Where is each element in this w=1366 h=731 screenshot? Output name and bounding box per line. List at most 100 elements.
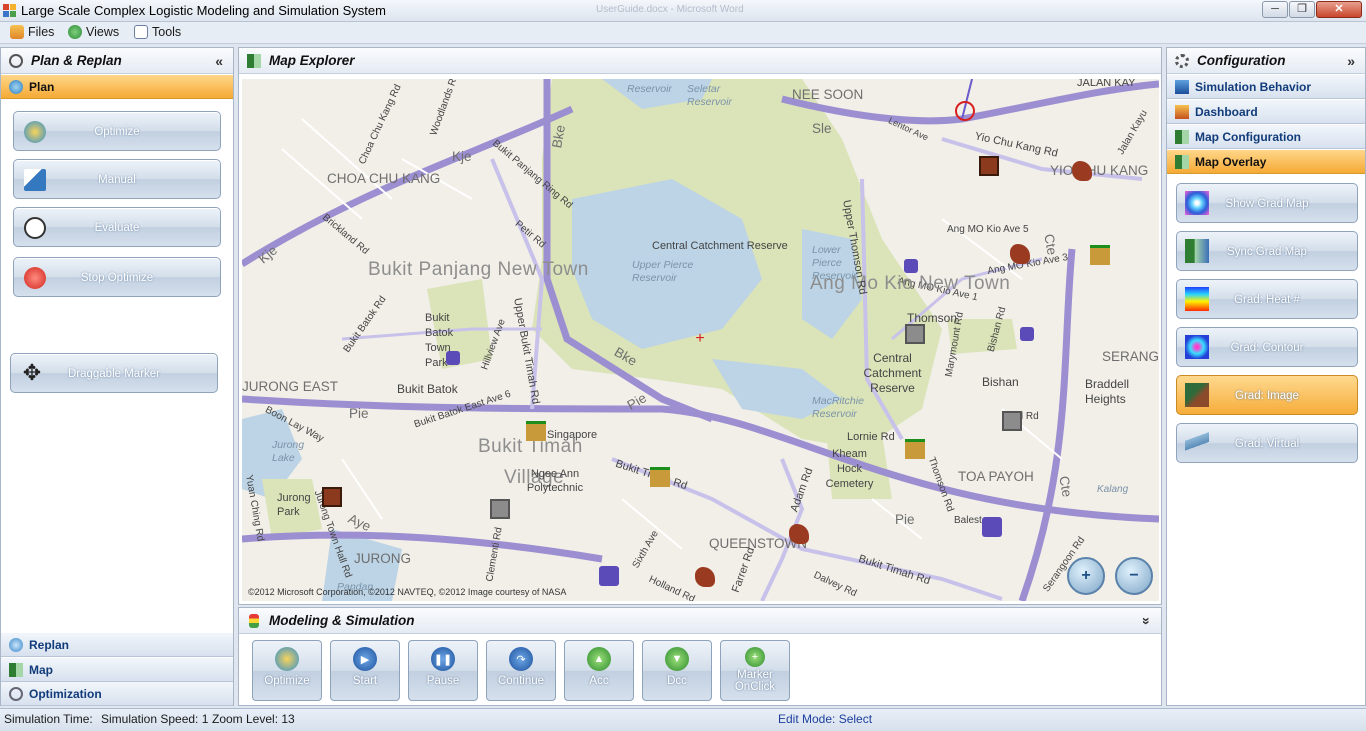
modeling-simulation-title: Modeling & Simulation [269, 613, 415, 628]
collapse-config-button[interactable]: » [1347, 48, 1355, 74]
map-label-jurong-lake: Jurong Lake [272, 439, 305, 464]
arrow-up-icon: ▲ [587, 647, 611, 671]
simulation-time: Simulation Time: [4, 712, 93, 726]
warehouse-marker[interactable] [1090, 245, 1110, 265]
menu-views-label: Views [86, 25, 120, 39]
section-map-overlay-label: Map Overlay [1195, 155, 1267, 169]
section-map-overlay[interactable]: Map Overlay [1167, 150, 1365, 174]
warehouse-marker[interactable] [650, 467, 670, 487]
continue-button[interactable]: ↷ Continue [486, 640, 556, 701]
sync-grad-map-button[interactable]: Sync Grad Map [1176, 231, 1358, 271]
grad-contour-button[interactable]: Grad: Contour [1176, 327, 1358, 367]
show-grad-map-button[interactable]: Show Grad Map [1176, 183, 1358, 223]
station-marker[interactable] [446, 351, 460, 365]
sim-optimize-button[interactable]: Optimize [252, 640, 322, 701]
map-label-ngee-ann: Ngee Ann Polytechnic [526, 468, 584, 494]
grad-image-button[interactable]: Grad: Image [1176, 375, 1358, 415]
collapse-left-button[interactable]: « [215, 48, 223, 74]
grad-heat-button[interactable]: Grad: Heat # [1176, 279, 1358, 319]
simulation-icon [1175, 80, 1189, 94]
map-label-bukit-batok: Bukit Batok [397, 382, 458, 396]
menu-views[interactable]: Views [68, 25, 119, 39]
traffic-light-icon [249, 614, 259, 628]
collapse-modeling-button[interactable]: » [1134, 617, 1160, 625]
section-optimization-label: Optimization [29, 687, 102, 701]
dcc-button[interactable]: ▼ Dcc [642, 640, 712, 701]
zoom-in-button[interactable]: + [1067, 557, 1105, 595]
redo-icon: ↷ [509, 647, 533, 671]
map-explorer-title: Map Explorer [269, 53, 355, 68]
app-icon [3, 4, 17, 18]
start-button[interactable]: ▶ Start [330, 640, 400, 701]
section-optimization[interactable]: Optimization [1, 682, 233, 706]
home-icon [1175, 105, 1189, 119]
menu-files[interactable]: Files [10, 25, 54, 39]
play-icon: ▶ [353, 647, 377, 671]
status-bar: Simulation Time: Simulation Speed: 1 Zoo… [0, 708, 1366, 731]
section-map[interactable]: Map [1, 658, 233, 682]
map-label-balestier: Balest [954, 515, 982, 526]
section-dashboard[interactable]: Dashboard [1167, 100, 1365, 124]
optimize-button[interactable]: Optimize [13, 111, 221, 151]
close-button[interactable]: ✕ [1316, 1, 1362, 18]
station-marker[interactable] [904, 259, 918, 273]
section-map-configuration[interactable]: Map Configuration [1167, 125, 1365, 149]
zoom-level: Zoom Level: 13 [212, 712, 295, 726]
facility-marker[interactable] [490, 499, 510, 519]
evaluate-button[interactable]: Evaluate [13, 207, 221, 247]
map-explorer-header: Map Explorer [239, 48, 1161, 74]
facility-marker[interactable] [1002, 411, 1022, 431]
pause-button[interactable]: ❚❚ Pause [408, 640, 478, 701]
sync-map-icon [1185, 239, 1209, 263]
heat-map-icon [1185, 287, 1209, 311]
map-canvas[interactable]: Reservoir Seletar Reservoir NEE SOON JAL… [242, 79, 1159, 601]
section-simulation-behavior[interactable]: Simulation Behavior [1167, 75, 1365, 99]
folder-icon [10, 25, 24, 39]
manual-button[interactable]: Manual [13, 159, 221, 199]
map-label-macritchie: MacRitchie Reservoir [812, 395, 864, 420]
warehouse-marker[interactable] [526, 421, 546, 441]
station-marker[interactable] [1020, 327, 1034, 341]
map-label-bishan: Bishan [982, 375, 1019, 389]
map-icon [9, 663, 23, 677]
map-icon [1175, 130, 1189, 144]
draggable-marker-button[interactable]: ✥ Draggable Marker [10, 353, 218, 393]
map-label-kheam-hock: Kheam Hock Cemetery [825, 448, 874, 490]
stop-optimize-button[interactable]: Stop Optimize [13, 257, 221, 297]
station-marker[interactable] [982, 517, 1002, 537]
configuration-header: Configuration » [1167, 48, 1365, 74]
manual-icon [24, 169, 46, 191]
menu-tools-label: Tools [152, 25, 182, 39]
menu-files-label: Files [28, 25, 55, 39]
section-dashboard-label: Dashboard [1195, 105, 1258, 119]
target-marker[interactable] [955, 101, 975, 121]
menu-tools[interactable]: Tools [134, 25, 181, 39]
image-icon [1185, 383, 1209, 407]
marker-onclick-button[interactable]: + Marker OnClick [720, 640, 790, 701]
cte-expressway [1018, 248, 1076, 601]
grad-image-label: Grad: Image [1235, 390, 1299, 402]
section-simulation-behavior-label: Simulation Behavior [1195, 80, 1312, 94]
maximize-button[interactable]: ❐ [1289, 1, 1315, 18]
grad-virtual-button[interactable]: Grad: Virtual [1176, 423, 1358, 463]
warehouse-marker[interactable] [905, 439, 925, 459]
depot-marker[interactable] [979, 156, 999, 176]
map-label-braddell: Braddell Heights [1085, 377, 1130, 406]
section-plan[interactable]: Plan [1, 75, 233, 99]
acc-button[interactable]: ▲ Acc [564, 640, 634, 701]
minimize-button[interactable]: ─ [1262, 1, 1288, 18]
sync-grad-map-label: Sync Grad Map [1227, 246, 1307, 258]
zoom-out-button[interactable]: − [1115, 557, 1153, 595]
pause-icon: ❚❚ [431, 647, 455, 671]
section-replan-label: Replan [29, 638, 70, 652]
depot-marker[interactable] [322, 487, 342, 507]
map-label-bukit-panjang: Bukit Panjang New Town [368, 259, 589, 280]
section-replan[interactable]: Replan [1, 633, 233, 657]
map-label-amk-ave5: Ang MO Kio Ave 5 [947, 224, 1029, 235]
crosshair-marker[interactable]: + [690, 329, 710, 349]
facility-marker[interactable] [905, 324, 925, 344]
edit-mode: Edit Mode: Select [778, 712, 873, 726]
stop-optimize-label: Stop Optimize [80, 272, 154, 284]
stop-hand-icon [24, 267, 46, 289]
station-marker[interactable] [599, 566, 619, 586]
